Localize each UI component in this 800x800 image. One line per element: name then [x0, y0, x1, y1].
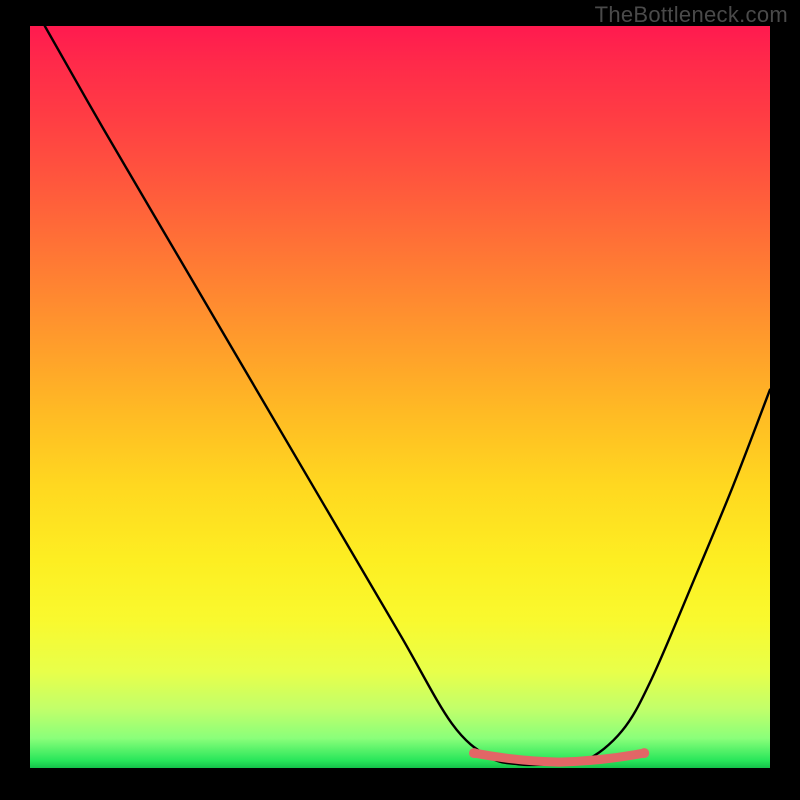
plot-area [30, 26, 770, 768]
band-right-cap [639, 748, 649, 758]
band-left-cap [469, 748, 479, 758]
curve-svg [30, 26, 770, 768]
bottleneck-band-path [474, 753, 644, 762]
bottleneck-curve-path [45, 26, 770, 765]
watermark-text: TheBottleneck.com [595, 2, 788, 28]
chart-container: TheBottleneck.com [0, 0, 800, 800]
